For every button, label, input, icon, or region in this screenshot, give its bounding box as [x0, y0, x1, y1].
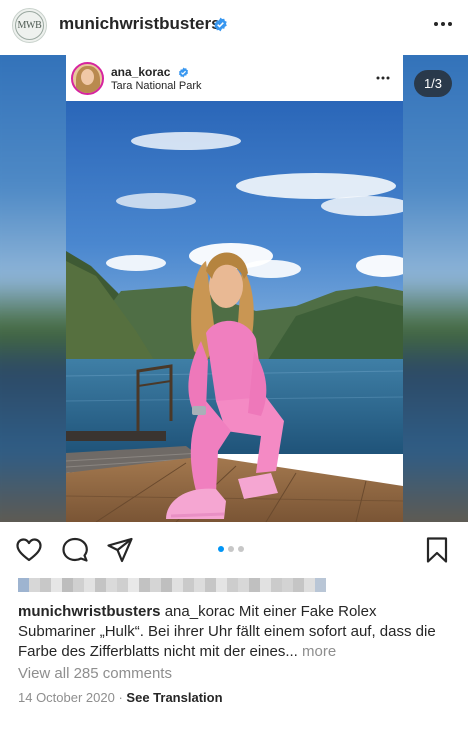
embedded-location: Tara National Park — [111, 80, 202, 92]
post-meta: 14 October 2020 · See Translation — [18, 690, 223, 705]
share-button[interactable] — [106, 536, 134, 564]
carousel-dot-active — [218, 546, 224, 552]
embedded-post-header: ana_korac Tara National Park — [66, 55, 403, 101]
lake-photo — [66, 101, 403, 522]
account-avatar[interactable]: MWB — [12, 8, 47, 43]
embedded-username: ana_korac — [111, 65, 171, 79]
carousel-dot — [228, 546, 234, 552]
avatar-logo-text: MWB — [15, 11, 44, 40]
embedded-more-icon — [376, 76, 390, 80]
embedded-verified-icon — [178, 67, 189, 78]
embedded-avatar — [71, 62, 104, 95]
more-options-icon[interactable] — [432, 16, 454, 32]
likes-redacted — [18, 578, 326, 598]
comment-icon — [62, 537, 88, 562]
slide-counter: 1/3 — [414, 70, 452, 97]
post-media[interactable]: ana_korac Tara National Park 1/3 — [0, 55, 468, 522]
caption-username[interactable]: munichwristbusters — [18, 603, 161, 620]
embedded-screenshot: ana_korac Tara National Park — [66, 55, 403, 522]
view-comments-link[interactable]: View all 285 comments — [18, 665, 172, 682]
carousel-indicator — [218, 546, 244, 554]
action-bar — [0, 530, 468, 570]
caption-more-link[interactable]: more — [298, 643, 336, 660]
account-username[interactable]: munichwristbusters — [59, 14, 221, 34]
post-date: 14 October 2020 — [18, 690, 115, 705]
heart-icon — [16, 538, 42, 562]
save-button[interactable] — [423, 536, 451, 564]
like-button[interactable] — [15, 536, 43, 564]
verified-badge-icon — [214, 17, 227, 32]
see-translation-link[interactable]: See Translation — [126, 690, 222, 705]
share-icon — [107, 537, 133, 563]
meta-separator: · — [114, 690, 127, 705]
comment-button[interactable] — [61, 536, 89, 564]
bookmark-icon — [426, 537, 448, 563]
carousel-dot — [238, 546, 244, 552]
post-header: MWB munichwristbusters — [0, 0, 468, 50]
post-caption: munichwristbusters ana_korac Mit einer F… — [18, 602, 456, 662]
